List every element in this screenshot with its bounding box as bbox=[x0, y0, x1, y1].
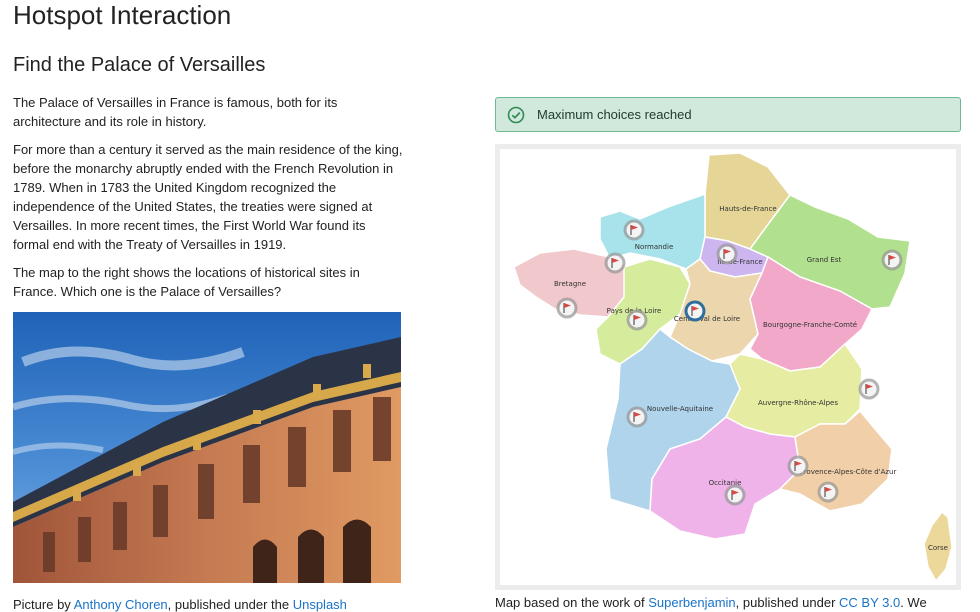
map-license-link[interactable]: CC BY 3.0 bbox=[839, 595, 900, 610]
france-map: Hauts-de-France Normandie Île-de-France … bbox=[500, 149, 956, 585]
hotspot[interactable] bbox=[556, 297, 578, 319]
label-centre-val-de-loire: Centre-Val de Loire bbox=[674, 315, 740, 323]
palace-photo bbox=[13, 312, 401, 583]
hotspot[interactable] bbox=[626, 406, 648, 428]
hotspot[interactable] bbox=[626, 309, 648, 331]
label-normandie: Normandie bbox=[635, 243, 674, 251]
check-circle-icon bbox=[507, 106, 525, 123]
alert-text: Maximum choices reached bbox=[537, 107, 692, 122]
prompt-paragraph-3: The map to the right shows the locations… bbox=[13, 265, 360, 299]
hotspot[interactable] bbox=[724, 484, 746, 506]
label-auvergne-rhone-alpes: Auvergne-Rhône-Alpes bbox=[758, 399, 838, 407]
question-title: Find the Palace of Versailles bbox=[13, 54, 266, 76]
photo-caption-prefix: Picture by bbox=[13, 597, 74, 612]
hotspot[interactable] bbox=[858, 378, 880, 400]
map-caption-prefix: Map based on the work of bbox=[495, 595, 649, 610]
prompt-paragraph-1: The Palace of Versailles in France is fa… bbox=[13, 95, 338, 129]
question-prompt: The Palace of Versailles in France is fa… bbox=[13, 93, 405, 310]
label-hauts-de-france: Hauts-de-France bbox=[719, 205, 776, 213]
page-title: Hotspot Interaction bbox=[13, 0, 232, 30]
label-provence-alpes-cote-dazur: Provence-Alpes-Côte d'Azur bbox=[800, 468, 897, 476]
label-bourgogne-franche-comte: Bourgogne-Franche-Comté bbox=[763, 321, 857, 329]
photo-author-link[interactable]: Anthony Choren bbox=[74, 597, 168, 612]
map-caption-middle: , published under bbox=[735, 595, 840, 610]
map-author-link[interactable]: Superbenjamin bbox=[648, 595, 735, 610]
hotspot-selected[interactable] bbox=[684, 300, 706, 322]
photo-caption-middle: , published under the bbox=[167, 597, 293, 612]
label-nouvelle-aquitaine: Nouvelle-Aquitaine bbox=[647, 405, 713, 413]
max-choices-alert: Maximum choices reached bbox=[495, 97, 961, 132]
photo-license-link[interactable]: Unsplash bbox=[293, 597, 347, 612]
map-caption-suffix: . We bbox=[900, 595, 927, 610]
hotspot[interactable] bbox=[787, 455, 809, 477]
hotspot[interactable] bbox=[623, 219, 645, 241]
hotspot[interactable] bbox=[716, 243, 738, 265]
hotspot[interactable] bbox=[604, 252, 626, 274]
label-grand-est: Grand Est bbox=[807, 256, 842, 264]
label-bretagne: Bretagne bbox=[554, 280, 586, 288]
map-frame: Hauts-de-France Normandie Île-de-France … bbox=[495, 144, 961, 590]
prompt-paragraph-2: For more than a century it served as the… bbox=[13, 142, 403, 252]
hotspot[interactable] bbox=[881, 249, 903, 271]
map-caption: Map based on the work of Superbenjamin, … bbox=[495, 595, 927, 610]
photo-caption: Picture by Anthony Choren, published und… bbox=[13, 597, 347, 612]
hotspot[interactable] bbox=[817, 481, 839, 503]
label-corse: Corse bbox=[928, 544, 948, 552]
